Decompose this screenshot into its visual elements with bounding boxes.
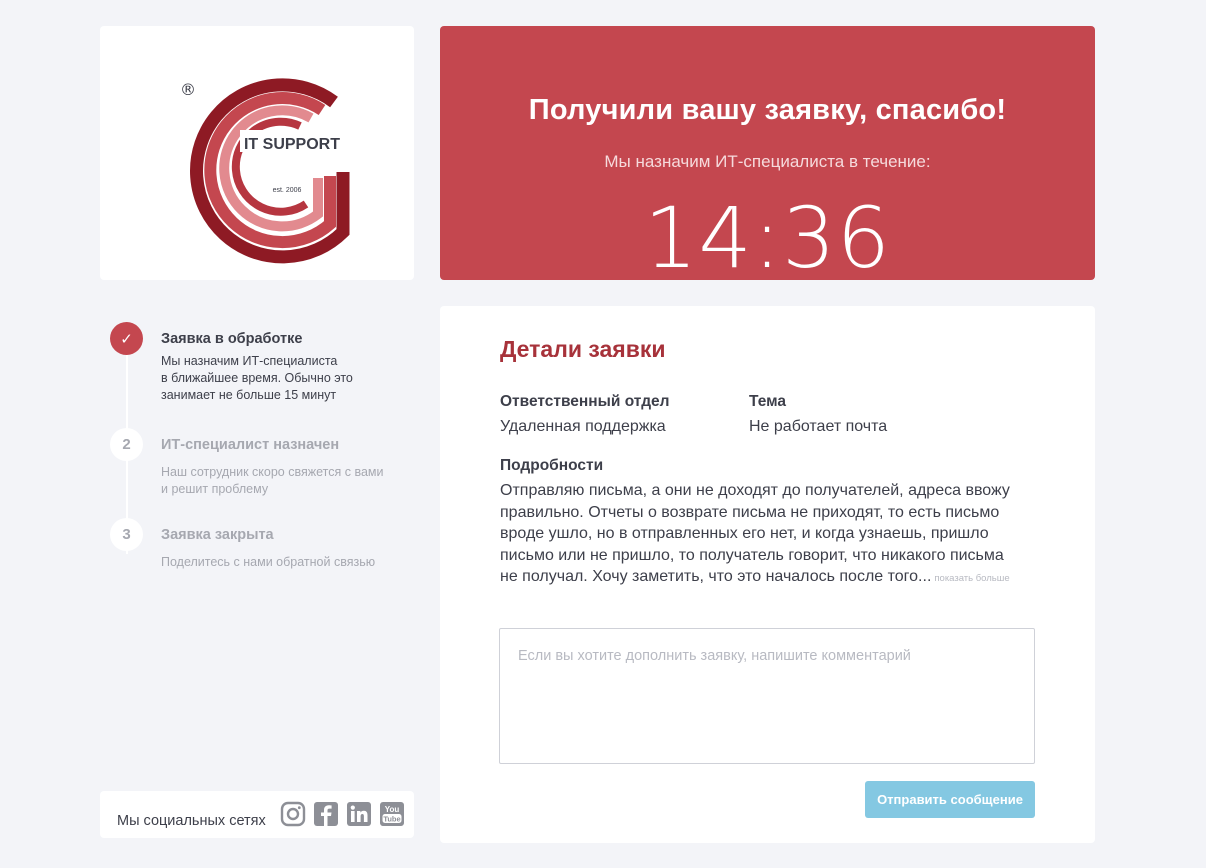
social-bar: Мы социальных сетях You Tube bbox=[100, 791, 414, 838]
confirmation-subtitle: Мы назначим ИТ-специалиста в течение: bbox=[604, 152, 931, 171]
svg-text:You: You bbox=[385, 805, 400, 814]
check-icon: ✓ bbox=[110, 322, 143, 355]
logo-est-text: est. 2006 bbox=[273, 187, 302, 194]
logo-brand-text: IT SUPPORT bbox=[244, 136, 340, 153]
department-value: Удаленная поддержка bbox=[500, 418, 666, 435]
facebook-icon[interactable] bbox=[313, 801, 339, 827]
countdown-timer: 14:36 bbox=[643, 189, 892, 287]
details-title: Детали заявки bbox=[500, 336, 666, 362]
comment-input[interactable] bbox=[499, 628, 1035, 764]
step-number: 2 bbox=[110, 428, 143, 461]
step-title: ИТ-специалист назначен bbox=[161, 437, 340, 453]
send-message-button[interactable]: Отправить сообщение bbox=[865, 781, 1035, 818]
logo-card: est. 2006 IT SUPPORT ® bbox=[100, 26, 414, 280]
department-label: Ответственный отдел bbox=[500, 393, 670, 410]
confirmation-banner: Получили вашу заявку, спасибо! Мы назнач… bbox=[440, 26, 1095, 287]
progress-steps: ✓ Заявка в обработке Мы назначим ИТ-спец… bbox=[110, 322, 410, 582]
linkedin-icon[interactable] bbox=[346, 801, 372, 827]
youtube-icon[interactable]: You Tube bbox=[379, 801, 405, 827]
step-title: Заявка закрыта bbox=[161, 527, 274, 543]
svg-text:Tube: Tube bbox=[383, 815, 400, 824]
step-description: Наш сотрудник скоро свяжется с вами и ре… bbox=[161, 465, 384, 496]
registered-mark: ® bbox=[180, 80, 196, 99]
show-more-link[interactable]: показать больше bbox=[934, 573, 1009, 584]
description-label: Подробности bbox=[500, 457, 604, 474]
request-details-card: Детали заявки Ответственный отдел Удален… bbox=[440, 306, 1095, 843]
description-text: Отправляю письма, а они не доходят до по… bbox=[500, 482, 1010, 585]
instagram-icon[interactable] bbox=[280, 801, 306, 827]
social-label: Мы социальных сетях bbox=[117, 813, 266, 829]
topic-label: Тема bbox=[749, 393, 786, 410]
it-support-logo: est. 2006 IT SUPPORT ® bbox=[180, 78, 352, 264]
step-title: Заявка в обработке bbox=[161, 331, 303, 347]
confirmation-title: Получили вашу заявку, спасибо! bbox=[528, 94, 1007, 126]
step-number: 3 bbox=[110, 518, 143, 551]
step-description: Поделитесь с нами обратной связью bbox=[161, 555, 376, 569]
step-description: Мы назначим ИТ-специалиста в ближайшее в… bbox=[161, 354, 353, 402]
topic-value: Не работает почта bbox=[749, 418, 888, 435]
social-icons: You Tube bbox=[280, 801, 405, 827]
